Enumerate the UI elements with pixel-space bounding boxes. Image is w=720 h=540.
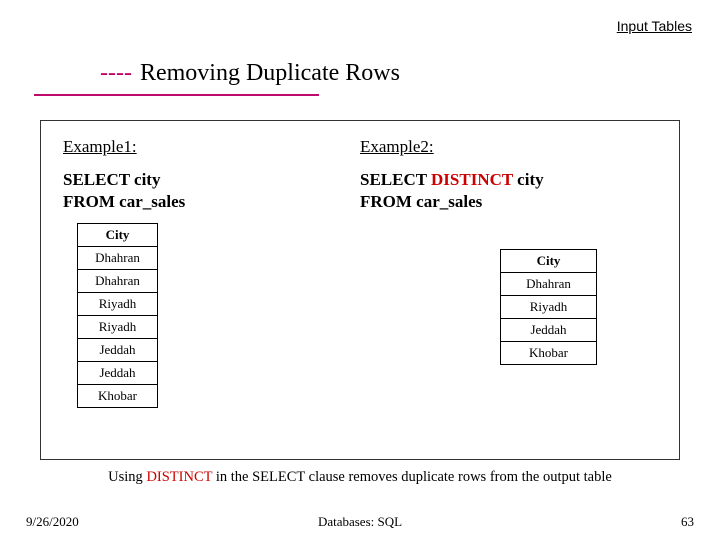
- cell: Dhahran: [78, 247, 158, 270]
- q2-distinct: DISTINCT: [431, 170, 513, 189]
- explain-distinct: DISTINCT: [146, 469, 212, 485]
- examples-container: Example1: SELECT city FROM car_sales Cit…: [40, 120, 680, 460]
- example1-col-header: City: [78, 224, 158, 247]
- table-row: Jeddah: [78, 362, 158, 385]
- example1-label: Example1:: [63, 137, 360, 157]
- explain-post: in the SELECT clause removes duplicate r…: [212, 469, 612, 485]
- example2-query: SELECT DISTINCT city FROM car_sales: [360, 169, 657, 213]
- example2-query-line2: FROM car_sales: [360, 191, 657, 213]
- table-row: Khobar: [501, 342, 597, 365]
- table-row: Dhahran: [501, 273, 597, 296]
- explain-pre: Using: [108, 469, 146, 485]
- example2-col-header: City: [501, 250, 597, 273]
- title-dashes: ----: [100, 60, 132, 86]
- title-underline: [34, 94, 319, 96]
- cell: Riyadh: [78, 293, 158, 316]
- example2: Example2: SELECT DISTINCT city FROM car_…: [360, 137, 657, 408]
- cell: Riyadh: [501, 296, 597, 319]
- table-row: Dhahran: [78, 270, 158, 293]
- table-row: Dhahran: [78, 247, 158, 270]
- example2-label: Example2:: [360, 137, 657, 157]
- input-tables-link[interactable]: Input Tables: [617, 18, 692, 34]
- footer-page: 63: [681, 514, 694, 530]
- cell: Jeddah: [501, 319, 597, 342]
- table-row: Khobar: [78, 385, 158, 408]
- cell: Khobar: [78, 385, 158, 408]
- footer-center: Databases: SQL: [318, 514, 402, 530]
- table-row: Riyadh: [501, 296, 597, 319]
- table-row: Riyadh: [78, 293, 158, 316]
- cell: Jeddah: [78, 339, 158, 362]
- q2-city: city: [513, 170, 544, 189]
- cell: Khobar: [501, 342, 597, 365]
- cell: Dhahran: [78, 270, 158, 293]
- q2-select: SELECT: [360, 170, 431, 189]
- example2-result-table: City Dhahran Riyadh Jeddah Khobar: [500, 249, 597, 365]
- slide-title: ---- Removing Duplicate Rows: [100, 60, 400, 87]
- columns: Example1: SELECT city FROM car_sales Cit…: [63, 137, 657, 408]
- explanation: Using DISTINCT in the SELECT clause remo…: [0, 469, 720, 486]
- example1-query-line1: SELECT city: [63, 169, 360, 191]
- example2-query-line1: SELECT DISTINCT city: [360, 169, 657, 191]
- table-row: Riyadh: [78, 316, 158, 339]
- slide: Input Tables ---- Removing Duplicate Rows…: [0, 0, 720, 540]
- example1-query: SELECT city FROM car_sales: [63, 169, 360, 213]
- footer-date: 9/26/2020: [26, 514, 79, 530]
- example1-result-table: City Dhahran Dhahran Riyadh Riyadh Jedda…: [77, 223, 158, 408]
- cell: Riyadh: [78, 316, 158, 339]
- table-row: Jeddah: [501, 319, 597, 342]
- example1: Example1: SELECT city FROM car_sales Cit…: [63, 137, 360, 408]
- title-text: Removing Duplicate Rows: [140, 60, 400, 86]
- footer: 9/26/2020 Databases: SQL 63: [0, 514, 720, 530]
- table-row: Jeddah: [78, 339, 158, 362]
- cell: Dhahran: [501, 273, 597, 296]
- example1-query-line2: FROM car_sales: [63, 191, 360, 213]
- cell: Jeddah: [78, 362, 158, 385]
